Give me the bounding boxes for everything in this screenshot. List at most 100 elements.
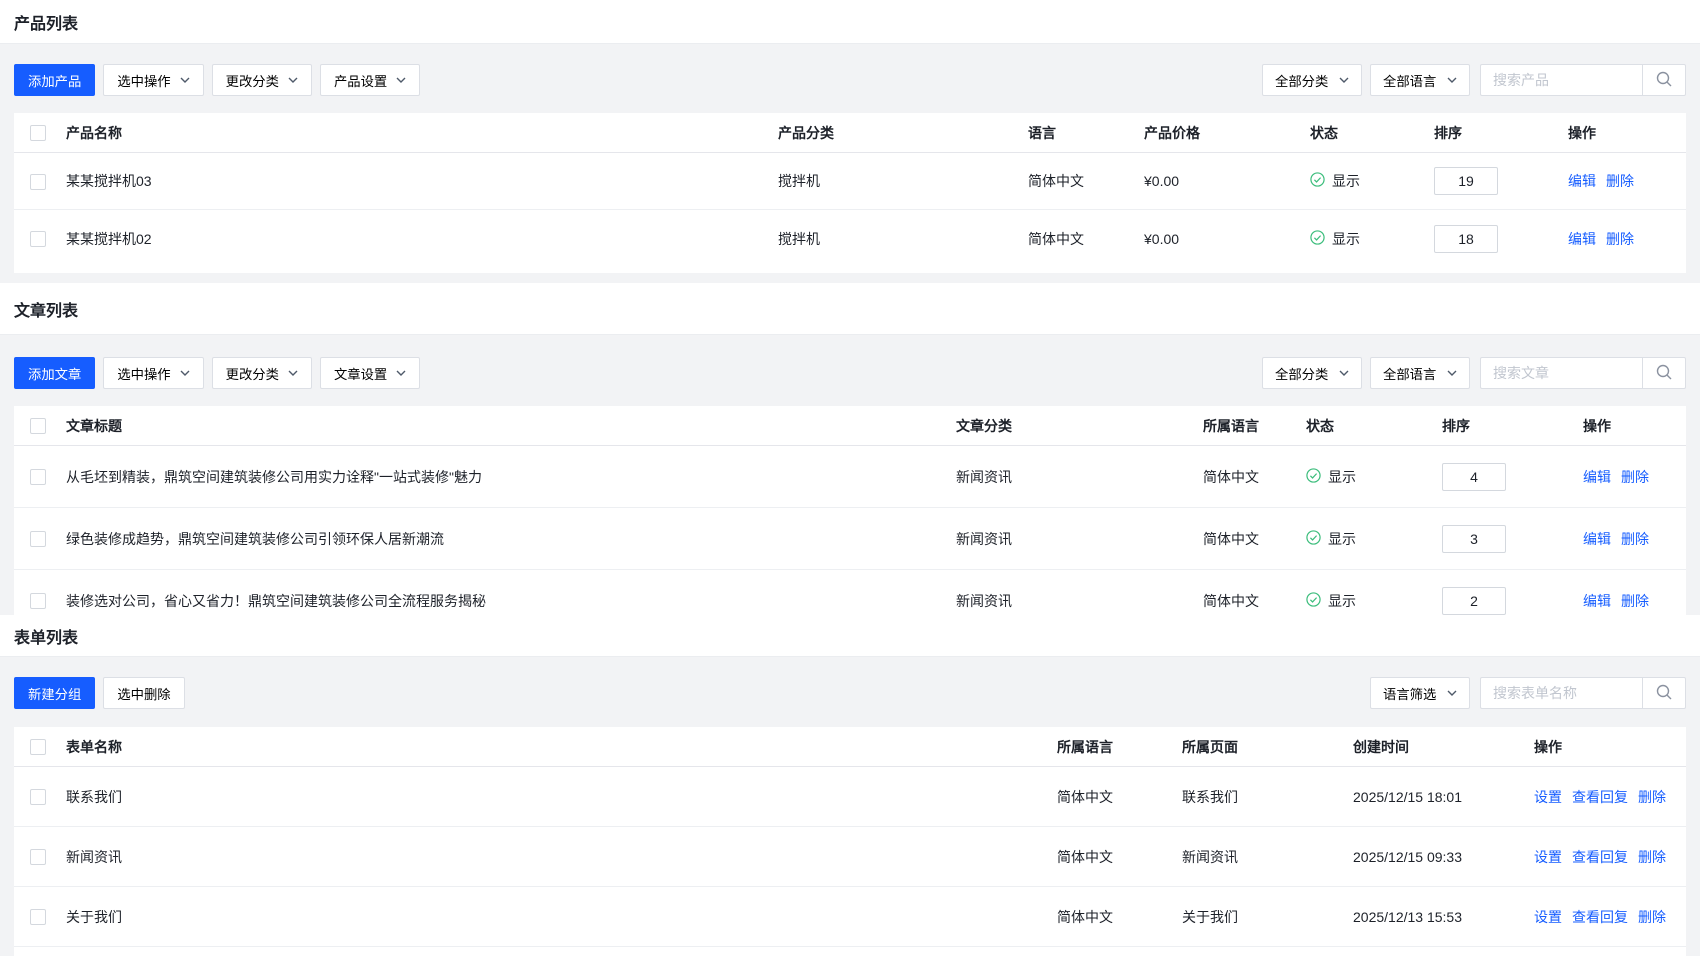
search-icon xyxy=(1655,70,1673,91)
delete-link[interactable]: 删除 xyxy=(1606,171,1634,191)
column-header-status: 状态 xyxy=(1310,123,1434,143)
column-header-title: 文章标题 xyxy=(66,416,956,436)
settings-link[interactable]: 设置 xyxy=(1534,907,1562,927)
delete-link[interactable]: 删除 xyxy=(1621,529,1649,549)
sort-input[interactable] xyxy=(1434,225,1498,253)
change-category-dropdown[interactable]: 更改分类 xyxy=(212,357,312,389)
chevron-down-icon xyxy=(1339,77,1349,83)
selected-action-dropdown[interactable]: 选中操作 xyxy=(103,357,203,389)
delete-link[interactable]: 删除 xyxy=(1638,847,1666,867)
delete-link[interactable]: 删除 xyxy=(1638,787,1666,807)
form-language: 简体中文 xyxy=(1057,907,1182,927)
delete-link[interactable]: 删除 xyxy=(1621,591,1649,611)
form-created-time: 2025/12/15 09:33 xyxy=(1353,849,1534,865)
status-visible-icon xyxy=(1306,530,1321,548)
sort-input[interactable] xyxy=(1442,587,1506,615)
language-filter-dropdown[interactable]: 全部语言 xyxy=(1370,357,1470,389)
select-all-checkbox[interactable] xyxy=(30,418,46,434)
settings-link[interactable]: 设置 xyxy=(1534,847,1562,867)
column-header-page: 所属页面 xyxy=(1182,737,1353,757)
search-article-input[interactable] xyxy=(1480,357,1642,389)
article-settings-dropdown[interactable]: 文章设置 xyxy=(320,357,420,389)
category-filter-dropdown[interactable]: 全部分类 xyxy=(1262,357,1362,389)
products-search xyxy=(1480,64,1686,96)
select-all-checkbox[interactable] xyxy=(30,739,46,755)
search-button[interactable] xyxy=(1642,677,1686,709)
column-header-category: 文章分类 xyxy=(956,416,1203,436)
product-price: ¥0.00 xyxy=(1144,231,1310,247)
product-name: 某某搅拌机03 xyxy=(66,171,778,191)
settings-link[interactable]: 设置 xyxy=(1534,787,1562,807)
article-title: 装修选对公司，省心又省力！鼎筑空间建筑装修公司全流程服务揭秘 xyxy=(66,591,956,611)
delete-link[interactable]: 删除 xyxy=(1638,907,1666,927)
row-checkbox[interactable] xyxy=(30,849,46,865)
row-checkbox[interactable] xyxy=(30,469,46,485)
view-replies-link[interactable]: 查看回复 xyxy=(1572,787,1628,807)
new-group-button[interactable]: 新建分组 xyxy=(14,677,95,709)
sort-input[interactable] xyxy=(1434,167,1498,195)
row-checkbox[interactable] xyxy=(30,174,46,190)
search-icon xyxy=(1655,683,1673,704)
add-article-button[interactable]: 添加文章 xyxy=(14,357,95,389)
column-header-sort: 排序 xyxy=(1442,416,1583,436)
forms-toolbar: 新建分组 选中删除 语言筛选 xyxy=(14,677,1686,709)
chevron-down-icon xyxy=(1339,370,1349,376)
column-header-actions: 操作 xyxy=(1534,737,1686,757)
delete-selected-button[interactable]: 选中删除 xyxy=(103,677,184,709)
row-checkbox[interactable] xyxy=(30,909,46,925)
table-row: 某某搅拌机02 搅拌机 简体中文 ¥0.00 显示 编辑删除 xyxy=(14,210,1686,267)
sort-input[interactable] xyxy=(1442,525,1506,553)
article-title: 从毛坯到精装，鼎筑空间建筑装修公司用实力诠释"一站式装修"魅力 xyxy=(66,467,956,487)
search-button[interactable] xyxy=(1642,357,1686,389)
products-section-title: 产品列表 xyxy=(14,10,78,34)
table-row: 新闻资讯 简体中文 新闻资讯 2025/12/15 09:33 设置查看回复删除 xyxy=(14,827,1686,887)
edit-link[interactable]: 编辑 xyxy=(1568,229,1596,249)
selected-action-dropdown[interactable]: 选中操作 xyxy=(103,64,203,96)
edit-link[interactable]: 编辑 xyxy=(1568,171,1596,191)
form-page: 关于我们 xyxy=(1182,907,1353,927)
product-settings-dropdown[interactable]: 产品设置 xyxy=(320,64,420,96)
articles-section-header: 文章列表 xyxy=(0,283,1700,335)
products-table-header: 产品名称 产品分类 语言 产品价格 状态 排序 操作 xyxy=(14,113,1686,153)
chevron-down-icon xyxy=(396,77,406,83)
products-toolbar: 添加产品 选中操作 更改分类 产品设置 全部分类 全部语言 xyxy=(14,64,1686,96)
delete-link[interactable]: 删除 xyxy=(1606,229,1634,249)
row-checkbox[interactable] xyxy=(30,593,46,609)
articles-toolbar-filters: 全部分类 全部语言 xyxy=(1262,357,1686,389)
search-product-input[interactable] xyxy=(1480,64,1642,96)
view-replies-link[interactable]: 查看回复 xyxy=(1572,847,1628,867)
table-row: 绿色装修成趋势，鼎筑空间建筑装修公司引领环保人居新潮流 新闻资讯 简体中文 显示… xyxy=(14,508,1686,570)
products-table: 产品名称 产品分类 语言 产品价格 状态 排序 操作 某某搅拌机03 搅拌机 简… xyxy=(14,113,1686,273)
product-language: 简体中文 xyxy=(1028,171,1144,191)
status-badge: 显示 xyxy=(1306,591,1442,611)
edit-link[interactable]: 编辑 xyxy=(1583,591,1611,611)
add-product-button[interactable]: 添加产品 xyxy=(14,64,95,96)
product-name: 某某搅拌机02 xyxy=(66,229,778,249)
delete-link[interactable]: 删除 xyxy=(1621,467,1649,487)
column-header-sort: 排序 xyxy=(1434,123,1568,143)
search-form-input[interactable] xyxy=(1480,677,1642,709)
edit-link[interactable]: 编辑 xyxy=(1583,529,1611,549)
language-filter-dropdown[interactable]: 全部语言 xyxy=(1370,64,1470,96)
edit-link[interactable]: 编辑 xyxy=(1583,467,1611,487)
chevron-down-icon xyxy=(180,77,190,83)
category-filter-dropdown[interactable]: 全部分类 xyxy=(1262,64,1362,96)
language-filter-dropdown[interactable]: 语言筛选 xyxy=(1370,677,1470,709)
column-header-name: 产品名称 xyxy=(66,123,778,143)
form-name: 联系我们 xyxy=(66,787,1057,807)
status-badge: 显示 xyxy=(1306,467,1442,487)
sort-input[interactable] xyxy=(1442,463,1506,491)
column-header-language: 所属语言 xyxy=(1203,416,1306,436)
form-created-time: 2025/12/15 18:01 xyxy=(1353,789,1534,805)
change-category-dropdown[interactable]: 更改分类 xyxy=(212,64,312,96)
row-checkbox[interactable] xyxy=(30,231,46,247)
status-badge: 显示 xyxy=(1306,529,1442,549)
chevron-down-icon xyxy=(288,370,298,376)
view-replies-link[interactable]: 查看回复 xyxy=(1572,907,1628,927)
search-button[interactable] xyxy=(1642,64,1686,96)
row-checkbox[interactable] xyxy=(30,789,46,805)
select-all-checkbox[interactable] xyxy=(30,125,46,141)
chevron-down-icon xyxy=(1447,77,1457,83)
row-checkbox[interactable] xyxy=(30,531,46,547)
product-price: ¥0.00 xyxy=(1144,173,1310,189)
